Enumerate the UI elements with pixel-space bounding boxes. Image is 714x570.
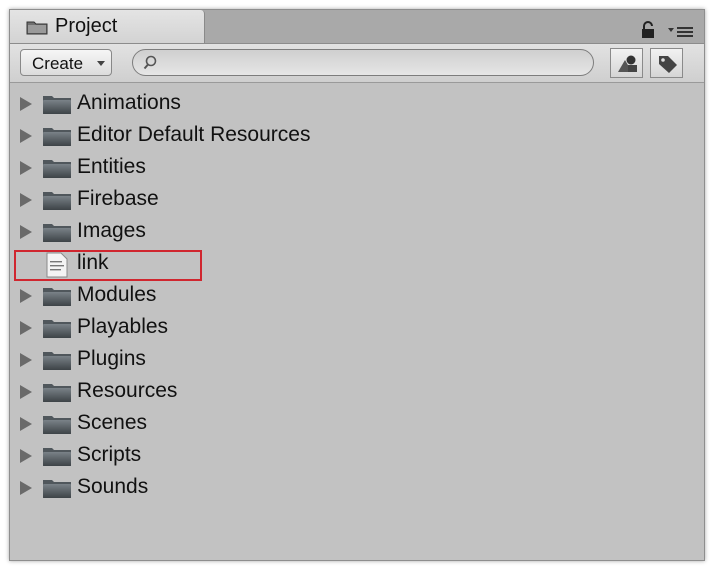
folder-icon <box>26 19 48 40</box>
item-label: Editor Default Resources <box>77 123 311 146</box>
item-label: Scenes <box>77 411 148 434</box>
folder-icon <box>42 157 72 184</box>
folder-row[interactable]: Modules <box>10 281 690 311</box>
folder-icon <box>42 285 72 312</box>
folder-icon <box>42 413 72 440</box>
expand-arrow-icon[interactable] <box>20 321 32 335</box>
item-label: Scripts <box>77 443 142 466</box>
item-label: Plugins <box>77 347 146 370</box>
folder-icon <box>42 317 72 344</box>
panel-menu-icon[interactable] <box>668 25 696 43</box>
expand-arrow-icon[interactable] <box>20 161 32 175</box>
folder-row[interactable]: Plugins <box>10 345 690 375</box>
expand-arrow-icon[interactable] <box>20 481 32 495</box>
lock-icon[interactable] <box>641 21 655 44</box>
item-label: Modules <box>77 283 157 306</box>
folder-row[interactable]: Scripts <box>10 441 690 471</box>
item-label: Playables <box>77 315 169 338</box>
tab-project[interactable]: Project <box>10 10 205 43</box>
folder-row[interactable]: Sounds <box>10 473 690 503</box>
folder-row[interactable]: Scenes <box>10 409 690 439</box>
item-label: Entities <box>77 155 146 178</box>
search-field[interactable] <box>132 49 594 76</box>
filter-by-label-icon <box>659 56 677 73</box>
folder-row[interactable]: Playables <box>10 313 690 343</box>
expand-arrow-icon[interactable] <box>20 353 32 367</box>
item-label: Images <box>77 219 146 242</box>
folder-row[interactable]: Editor Default Resources <box>10 121 690 151</box>
tab-title: Project <box>55 15 118 37</box>
expand-arrow-icon[interactable] <box>20 225 32 239</box>
folder-icon <box>42 189 72 216</box>
folder-icon <box>42 477 72 504</box>
expand-arrow-icon[interactable] <box>20 289 32 303</box>
dropdown-caret-icon <box>97 61 105 66</box>
folder-icon <box>42 381 72 408</box>
project-window: Project Create Animations Editor Default… <box>9 9 705 561</box>
folder-icon <box>42 93 72 120</box>
expand-arrow-icon[interactable] <box>20 129 32 143</box>
folder-icon <box>42 349 72 376</box>
toolbar: Create <box>10 44 704 83</box>
tab-strip: Project <box>10 10 704 44</box>
expand-arrow-icon[interactable] <box>20 417 32 431</box>
expand-arrow-icon[interactable] <box>20 97 32 111</box>
expand-arrow-icon[interactable] <box>20 385 32 399</box>
item-label: Animations <box>77 91 181 114</box>
search-input[interactable] <box>163 52 587 74</box>
folder-row[interactable]: Animations <box>10 89 690 119</box>
filter-by-type-icon <box>618 55 637 72</box>
folder-icon <box>42 125 72 152</box>
item-label: Firebase <box>77 187 159 210</box>
search-icon <box>143 55 159 76</box>
expand-arrow-icon[interactable] <box>20 193 32 207</box>
folder-row[interactable]: Resources <box>10 377 690 407</box>
folder-row[interactable]: Images <box>10 217 690 247</box>
folder-icon <box>42 221 72 248</box>
expand-arrow-icon[interactable] <box>20 449 32 463</box>
folder-row[interactable]: Firebase <box>10 185 690 215</box>
highlight-box <box>14 250 202 281</box>
item-label: Sounds <box>77 475 149 498</box>
filter-by-label-button[interactable] <box>650 48 683 78</box>
folder-icon <box>42 445 72 472</box>
create-label: Create <box>32 54 84 73</box>
item-label: Resources <box>77 379 178 402</box>
create-button[interactable]: Create <box>20 49 112 76</box>
folder-row[interactable]: Entities <box>10 153 690 183</box>
filter-by-type-button[interactable] <box>610 48 643 78</box>
